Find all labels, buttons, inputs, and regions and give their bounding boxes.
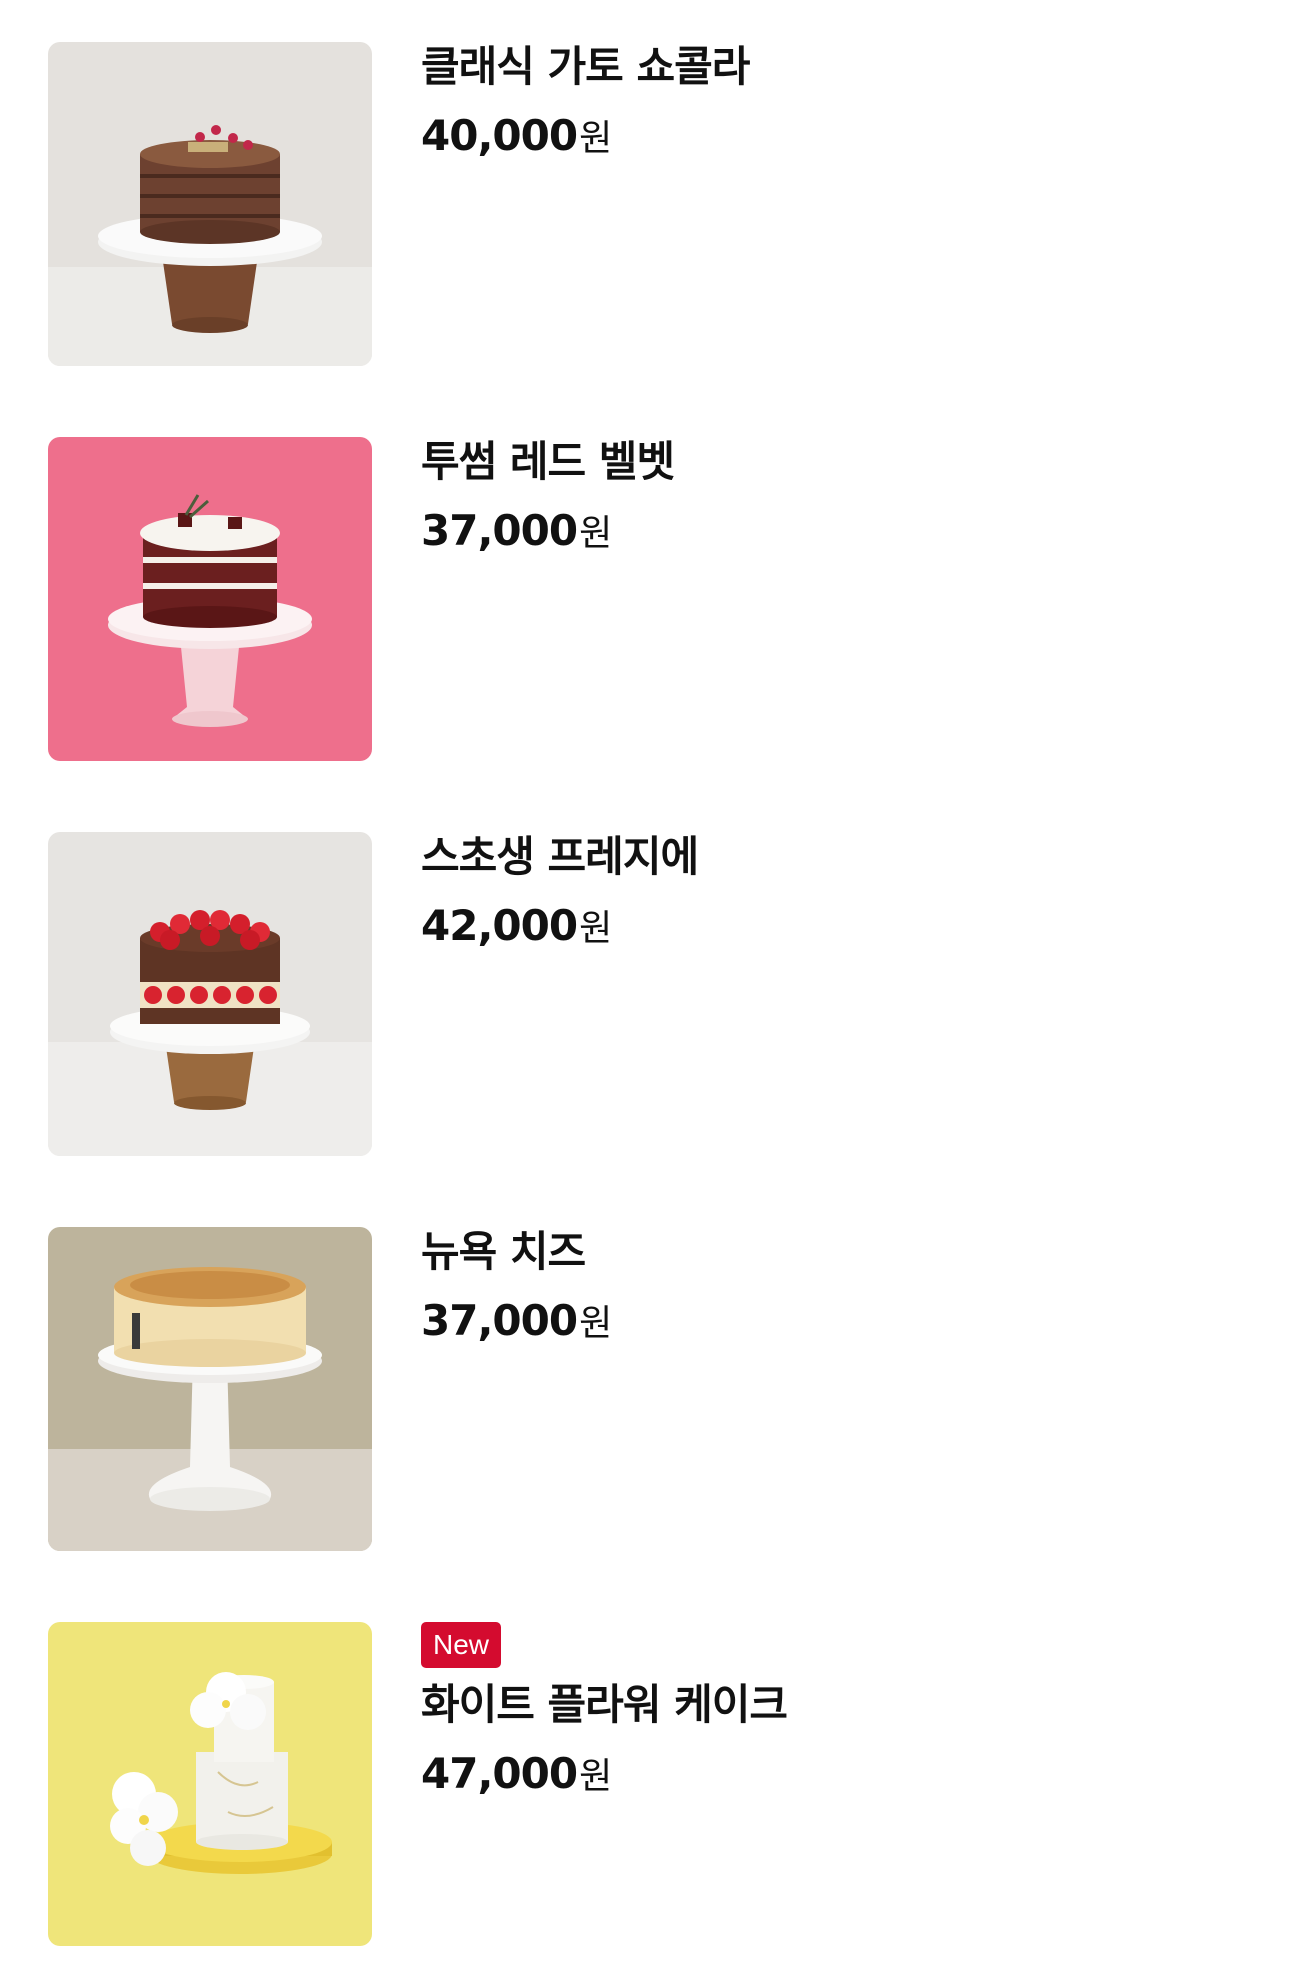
price-value: 42,000 xyxy=(421,901,578,950)
product-image[interactable] xyxy=(48,437,372,761)
product-image[interactable] xyxy=(48,1622,372,1946)
currency-label: 원 xyxy=(579,513,613,554)
product-list: 클래식 가토 쇼콜라 40,000원 투썸 레드 벨벳 37,000원 스초생 … xyxy=(0,0,1290,1984)
currency-label: 원 xyxy=(579,908,613,949)
currency-label: 원 xyxy=(579,1756,613,1797)
currency-label: 원 xyxy=(579,118,613,159)
product-info: New 화이트 플라워 케이크 47,000원 xyxy=(421,1622,788,1807)
new-badge: New xyxy=(421,1622,502,1668)
product-image[interactable] xyxy=(48,42,372,366)
price-value: 47,000 xyxy=(421,1749,578,1798)
product-item-twosome-red-velvet[interactable]: 투썸 레드 벨벳 37,000원 xyxy=(48,437,1248,761)
product-name: 스초생 프레지에 xyxy=(421,832,699,881)
product-name: 투썸 레드 벨벳 xyxy=(421,437,675,486)
product-item-classic-gateau-chocolat[interactable]: 클래식 가토 쇼콜라 40,000원 xyxy=(48,42,1248,366)
product-price: 37,000원 xyxy=(421,1297,612,1354)
product-image[interactable] xyxy=(48,1227,372,1551)
product-item-strawberry-fraisier[interactable]: 스초생 프레지에 42,000원 xyxy=(48,832,1248,1156)
product-info: 투썸 레드 벨벳 37,000원 xyxy=(421,437,675,564)
product-info: 클래식 가토 쇼콜라 40,000원 xyxy=(421,42,750,169)
product-price: 47,000원 xyxy=(421,1750,787,1807)
product-name: 화이트 플라워 케이크 xyxy=(421,1680,788,1729)
product-item-new-york-cheese[interactable]: 뉴욕 치즈 37,000원 xyxy=(48,1227,1248,1551)
price-value: 37,000 xyxy=(421,1296,578,1345)
price-value: 40,000 xyxy=(421,111,578,160)
price-value: 37,000 xyxy=(421,506,578,555)
product-name: 클래식 가토 쇼콜라 xyxy=(421,42,750,91)
product-price: 37,000원 xyxy=(421,507,674,564)
product-price: 42,000원 xyxy=(421,902,698,959)
product-info: 스초생 프레지에 42,000원 xyxy=(421,832,699,959)
product-image[interactable] xyxy=(48,832,372,1156)
product-name: 뉴욕 치즈 xyxy=(421,1227,586,1276)
product-price: 40,000원 xyxy=(421,112,749,169)
product-item-white-flower-cake[interactable]: New 화이트 플라워 케이크 47,000원 xyxy=(48,1622,1248,1946)
product-info: 뉴욕 치즈 37,000원 xyxy=(421,1227,612,1354)
currency-label: 원 xyxy=(579,1303,613,1344)
